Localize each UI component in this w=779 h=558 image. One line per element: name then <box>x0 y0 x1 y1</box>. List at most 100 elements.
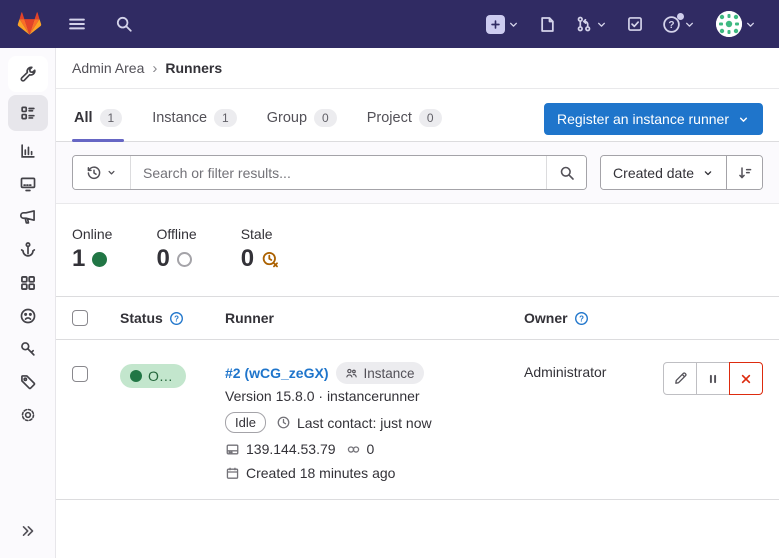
question-icon[interactable]: ? <box>574 311 589 326</box>
breadcrumb-runners: Runners <box>165 60 222 76</box>
plus-icon <box>486 15 505 34</box>
edit-runner-button[interactable] <box>663 362 697 395</box>
tab-instance-count: 1 <box>214 109 237 127</box>
tab-group[interactable]: Group 0 <box>265 103 339 141</box>
row-checkbox[interactable] <box>72 366 88 382</box>
chevron-down-icon <box>683 18 696 31</box>
pause-runner-button[interactable] <box>696 362 730 395</box>
sidebar-item-applications[interactable] <box>8 266 48 299</box>
breadcrumb: Admin Area › Runners <box>56 48 779 89</box>
sort-direction-button[interactable] <box>726 156 762 189</box>
runner-tabs-row: All 1 Instance 1 Group 0 Project 0 Regis… <box>56 89 779 142</box>
runner-summary-cell: #2 (wCG_zeGX) Instance Version 15.8.0 · … <box>209 340 508 481</box>
created-ago: Created 18 minutes ago <box>246 465 395 481</box>
column-header-owner: Owner ? <box>508 297 647 339</box>
chevron-down-icon <box>106 167 117 178</box>
key-icon <box>19 340 37 358</box>
runner-link[interactable]: #2 (wCG_zeGX) <box>225 365 328 381</box>
runner-row: Online #2 (wCG_zeGX) Instance Version 15… <box>56 340 779 500</box>
column-header-runner: Runner <box>209 297 508 339</box>
breadcrumb-separator: › <box>152 60 157 77</box>
todos-icon[interactable] <box>622 11 648 37</box>
sidebar-item-settings[interactable] <box>8 398 48 431</box>
runner-type-badge: Instance <box>336 362 423 384</box>
runner-owner: Administrator <box>508 340 647 380</box>
admin-sidebar <box>0 48 56 558</box>
merge-requests-button[interactable] <box>569 11 614 37</box>
megaphone-icon <box>19 208 37 226</box>
runner-ip: 139.144.53.79 <box>246 441 336 457</box>
chevron-down-icon <box>744 18 757 31</box>
pause-icon <box>706 372 720 386</box>
delete-runner-button[interactable] <box>729 362 763 395</box>
chevron-down-icon <box>737 113 750 126</box>
chevron-down-icon <box>595 18 608 31</box>
sort-descending-icon <box>737 165 753 181</box>
tab-project-count: 0 <box>419 109 442 127</box>
status-offline-icon <box>177 252 192 267</box>
pencil-icon <box>673 371 688 386</box>
chevron-double-right-icon <box>20 523 36 539</box>
apps-grid-icon <box>19 274 37 292</box>
idle-badge: Idle <box>225 412 266 433</box>
sidebar-item-abuse-reports[interactable] <box>8 299 48 332</box>
search-input[interactable] <box>131 156 546 189</box>
clock-icon <box>276 415 291 430</box>
notification-dot <box>677 13 684 20</box>
recent-searches-dropdown[interactable] <box>73 156 131 189</box>
select-all-checkbox[interactable] <box>72 310 88 326</box>
sidebar-item-monitoring[interactable] <box>8 167 48 200</box>
hamburger-menu-button[interactable] <box>63 10 91 38</box>
runner-version: Version 15.8.0 · instancerunner <box>225 388 508 404</box>
sidebar-item-system-hooks[interactable] <box>8 233 48 266</box>
disk-icon <box>225 442 240 457</box>
monitor-icon <box>19 175 37 193</box>
sidebar-item-overview[interactable] <box>8 95 48 131</box>
sidebar-item-messages[interactable] <box>8 200 48 233</box>
breadcrumb-admin-area[interactable]: Admin Area <box>72 60 144 76</box>
svg-text:?: ? <box>174 314 179 323</box>
online-count: 1 <box>72 246 85 272</box>
calendar-icon <box>225 466 240 481</box>
offline-count: 0 <box>156 246 169 272</box>
tab-all[interactable]: All 1 <box>72 103 124 141</box>
online-dot-icon <box>130 370 142 382</box>
gear-icon <box>19 406 37 424</box>
filtered-search <box>72 155 587 190</box>
question-icon[interactable]: ? <box>169 311 184 326</box>
user-menu-button[interactable] <box>710 7 763 41</box>
sidebar-item-analytics[interactable] <box>8 134 48 167</box>
filter-bar: Created date <box>56 142 779 204</box>
gitlab-logo-icon[interactable] <box>16 11 43 38</box>
tab-project[interactable]: Project 0 <box>365 103 444 141</box>
stat-offline: Offline 0 <box>156 226 196 272</box>
tab-group-count: 0 <box>314 109 337 127</box>
svg-text:?: ? <box>668 20 674 31</box>
runner-actions <box>663 362 763 395</box>
search-icon <box>559 165 575 181</box>
last-contact: Last contact: just now <box>297 415 432 431</box>
search-icon[interactable] <box>111 11 137 37</box>
jobs-count: 0 <box>367 441 375 457</box>
sidebar-item-admin-overview[interactable] <box>8 56 48 92</box>
sidebar-item-labels[interactable] <box>8 365 48 398</box>
runners-table: Status ? Runner Owner ? <box>56 296 779 500</box>
sort-control: Created date <box>600 155 763 190</box>
sidebar-item-deploy-keys[interactable] <box>8 332 48 365</box>
register-instance-runner-button[interactable]: Register an instance runner <box>544 103 763 135</box>
sidebar-expand-button[interactable] <box>8 514 48 548</box>
search-submit-button[interactable] <box>546 156 586 189</box>
table-header-row: Status ? Runner Owner ? <box>56 297 779 340</box>
status-stale-icon <box>261 250 280 269</box>
tab-instance[interactable]: Instance 1 <box>150 103 239 141</box>
bar-chart-icon <box>19 142 37 160</box>
stat-online: Online 1 <box>72 226 112 272</box>
sort-by-dropdown[interactable]: Created date <box>601 156 726 189</box>
svg-text:?: ? <box>579 314 584 323</box>
tab-all-count: 1 <box>100 109 123 127</box>
avatar <box>716 11 742 37</box>
issues-icon[interactable] <box>534 11 561 38</box>
new-menu-button[interactable] <box>480 11 526 38</box>
top-navbar: ? <box>0 0 779 48</box>
help-menu-button[interactable]: ? <box>656 11 702 38</box>
